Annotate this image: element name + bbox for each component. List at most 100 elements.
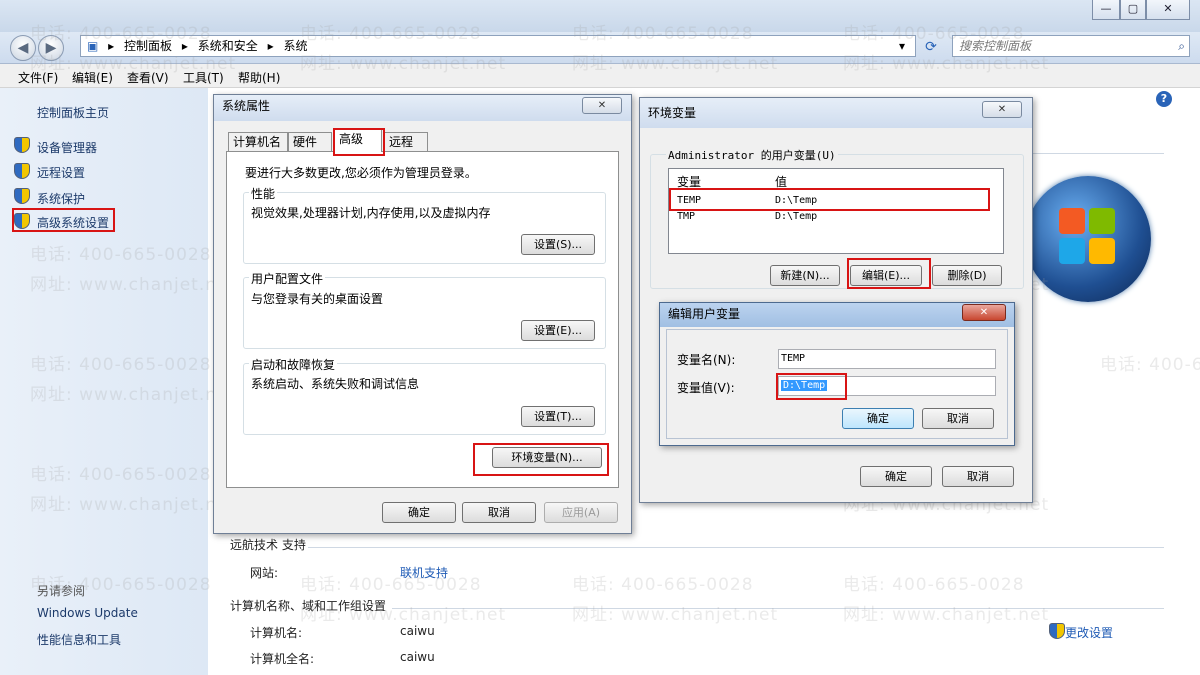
performance-desc: 视觉效果,处理器计划,内存使用,以及虚拟内存 bbox=[251, 206, 491, 220]
tab-panel-advanced: 要进行大多数更改,您必须作为管理员登录。 性能 视觉效果,处理器计划,内存使用,… bbox=[226, 151, 619, 488]
highlight-box bbox=[333, 128, 385, 156]
back-arrow-icon: ◀ bbox=[17, 40, 29, 56]
dialog-title: 系统属性 bbox=[214, 95, 631, 121]
startup-recovery-settings-button[interactable]: 设置(T)... bbox=[521, 406, 595, 427]
computer-name-label: 计算机名: bbox=[250, 626, 303, 640]
highlight-box bbox=[12, 208, 115, 232]
full-name-label: 计算机全名: bbox=[250, 652, 315, 666]
menu-help[interactable]: 帮助(H) bbox=[238, 69, 280, 86]
breadcrumb-item[interactable]: 控制面板 bbox=[124, 39, 172, 53]
variable-name-label: 变量名(N): bbox=[677, 353, 736, 367]
startup-recovery-desc: 系统启动、系统失败和调试信息 bbox=[251, 377, 420, 391]
close-icon[interactable]: ✕ bbox=[582, 97, 622, 114]
cancel-button[interactable]: 取消 bbox=[942, 466, 1014, 487]
var-value: D:\Temp bbox=[775, 211, 818, 222]
maximize-button[interactable]: ▢ bbox=[1120, 0, 1146, 20]
sidebar-item-device-manager[interactable]: 设备管理器 bbox=[37, 139, 97, 156]
admin-note: 要进行大多数更改,您必须作为管理员登录。 bbox=[245, 166, 477, 180]
menu-view[interactable]: 查看(V) bbox=[127, 69, 169, 86]
change-settings-link[interactable]: 更改设置 bbox=[1065, 624, 1113, 641]
menu-bar: 文件(F) 编辑(E) 查看(V) 工具(T) 帮助(H) bbox=[0, 64, 1200, 88]
performance-settings-button[interactable]: 设置(S)... bbox=[521, 234, 595, 255]
shield-icon bbox=[14, 137, 30, 153]
left-nav-pane: 控制面板主页 设备管理器 远程设置 系统保护 高级系统设置 另请参阅 Windo… bbox=[0, 88, 208, 675]
variable-value-label: 变量值(V): bbox=[677, 381, 735, 395]
close-button[interactable]: ✕ bbox=[1146, 0, 1190, 20]
logo-quadrant bbox=[1059, 238, 1085, 264]
shield-icon bbox=[14, 163, 30, 179]
divider bbox=[392, 608, 1164, 609]
highlight-box bbox=[776, 373, 847, 400]
help-icon[interactable]: ? bbox=[1156, 91, 1172, 107]
breadcrumb-item[interactable]: 系统和安全 bbox=[198, 39, 258, 53]
divider bbox=[1030, 153, 1164, 154]
close-icon[interactable]: ✕ bbox=[962, 304, 1006, 321]
tab-computer-name[interactable]: 计算机名 bbox=[228, 132, 288, 152]
highlight-box bbox=[473, 443, 609, 476]
tab-hardware[interactable]: 硬件 bbox=[288, 132, 332, 152]
table-row[interactable]: TMP D:\Temp bbox=[669, 209, 1003, 225]
startup-recovery-title: 启动和故障恢复 bbox=[249, 356, 338, 373]
search-placeholder: 搜索控制面板 bbox=[959, 39, 1032, 53]
apply-button[interactable]: 应用(A) bbox=[544, 502, 618, 523]
performance-title: 性能 bbox=[249, 185, 278, 202]
user-profile-desc: 与您登录有关的桌面设置 bbox=[251, 292, 384, 306]
sidebar-item-system-protection[interactable]: 系统保护 bbox=[37, 190, 85, 207]
back-button[interactable]: ◀ bbox=[10, 35, 36, 61]
ok-button[interactable]: 确定 bbox=[842, 408, 914, 429]
sidebar-item-windows-update[interactable]: Windows Update bbox=[37, 606, 138, 620]
breadcrumb[interactable]: ▣ ▸ 控制面板 ▸ 系统和安全 ▸ 系统 ▾ bbox=[80, 35, 916, 57]
new-variable-button[interactable]: 新建(N)... bbox=[770, 265, 840, 286]
sidebar-item-performance-tools[interactable]: 性能信息和工具 bbox=[37, 631, 121, 648]
see-also-title: 另请参阅 bbox=[37, 584, 86, 598]
highlight-box bbox=[669, 188, 990, 211]
window-titlebar bbox=[0, 0, 1200, 32]
online-support-link[interactable]: 联机支持 bbox=[400, 564, 448, 581]
cancel-button[interactable]: 取消 bbox=[462, 502, 536, 523]
breadcrumb-separator-icon: ▸ bbox=[267, 39, 274, 53]
cancel-button[interactable]: 取消 bbox=[922, 408, 994, 429]
computer-section-title: 计算机名称、域和工作组设置 bbox=[230, 599, 387, 613]
sidebar-item-remote-settings[interactable]: 远程设置 bbox=[37, 164, 85, 181]
highlight-box bbox=[847, 258, 931, 289]
sidebar-item-home[interactable]: 控制面板主页 bbox=[37, 104, 109, 121]
chevron-down-icon[interactable]: ▾ bbox=[899, 36, 905, 56]
ok-button[interactable]: 确定 bbox=[382, 502, 456, 523]
breadcrumb-separator-icon: ▸ bbox=[108, 39, 115, 53]
shield-icon bbox=[1049, 623, 1065, 639]
logo-quadrant bbox=[1089, 238, 1115, 264]
logo-quadrant bbox=[1089, 208, 1115, 234]
dialog-title: 编辑用户变量 bbox=[660, 303, 1014, 327]
user-profile-settings-button[interactable]: 设置(E)... bbox=[521, 320, 595, 341]
user-variables-list[interactable]: 变量 值 TEMP D:\Temp TMP D:\Temp bbox=[668, 168, 1004, 254]
ok-button[interactable]: 确定 bbox=[860, 466, 932, 487]
menu-tools[interactable]: 工具(T) bbox=[183, 69, 224, 86]
refresh-icon[interactable]: ⟳ bbox=[920, 36, 942, 58]
minimize-button[interactable]: — bbox=[1092, 0, 1120, 20]
logo-quadrant bbox=[1059, 208, 1085, 234]
menu-file[interactable]: 文件(F) bbox=[18, 69, 58, 86]
dialog-title: 环境变量 bbox=[640, 98, 1032, 128]
menu-edit[interactable]: 编辑(E) bbox=[72, 69, 113, 86]
delete-variable-button[interactable]: 删除(D) bbox=[932, 265, 1002, 286]
breadcrumb-item[interactable]: 系统 bbox=[283, 39, 307, 53]
edit-user-variable-dialog: 编辑用户变量 ✕ 变量名(N): TEMP 变量值(V): D:\Temp 确定… bbox=[659, 302, 1015, 446]
control-panel-icon: ▣ bbox=[87, 39, 99, 53]
divider bbox=[308, 547, 1164, 548]
forward-arrow-icon: ▶ bbox=[45, 40, 57, 56]
var-name: TMP bbox=[677, 211, 696, 222]
search-input[interactable]: 搜索控制面板 ⌕ bbox=[952, 35, 1190, 57]
breadcrumb-separator-icon: ▸ bbox=[181, 39, 188, 53]
full-name-value: caiwu bbox=[400, 650, 435, 664]
forward-button[interactable]: ▶ bbox=[38, 35, 64, 61]
shield-icon bbox=[14, 188, 30, 204]
tab-remote[interactable]: 远程 bbox=[384, 132, 428, 152]
system-properties-dialog: 系统属性 ✕ 计算机名 硬件 远程 要进行大多数更改,您必须作为管理员登录。 性… bbox=[213, 94, 632, 534]
user-variables-label: Administrator 的用户变量(U) bbox=[666, 147, 838, 163]
close-icon[interactable]: ✕ bbox=[982, 101, 1022, 118]
windows-logo-icon bbox=[1025, 176, 1151, 302]
computer-name-value: caiwu bbox=[400, 624, 435, 638]
website-label: 网站: bbox=[250, 566, 279, 580]
search-icon[interactable]: ⌕ bbox=[1178, 36, 1185, 56]
variable-name-input[interactable]: TEMP bbox=[778, 349, 996, 369]
